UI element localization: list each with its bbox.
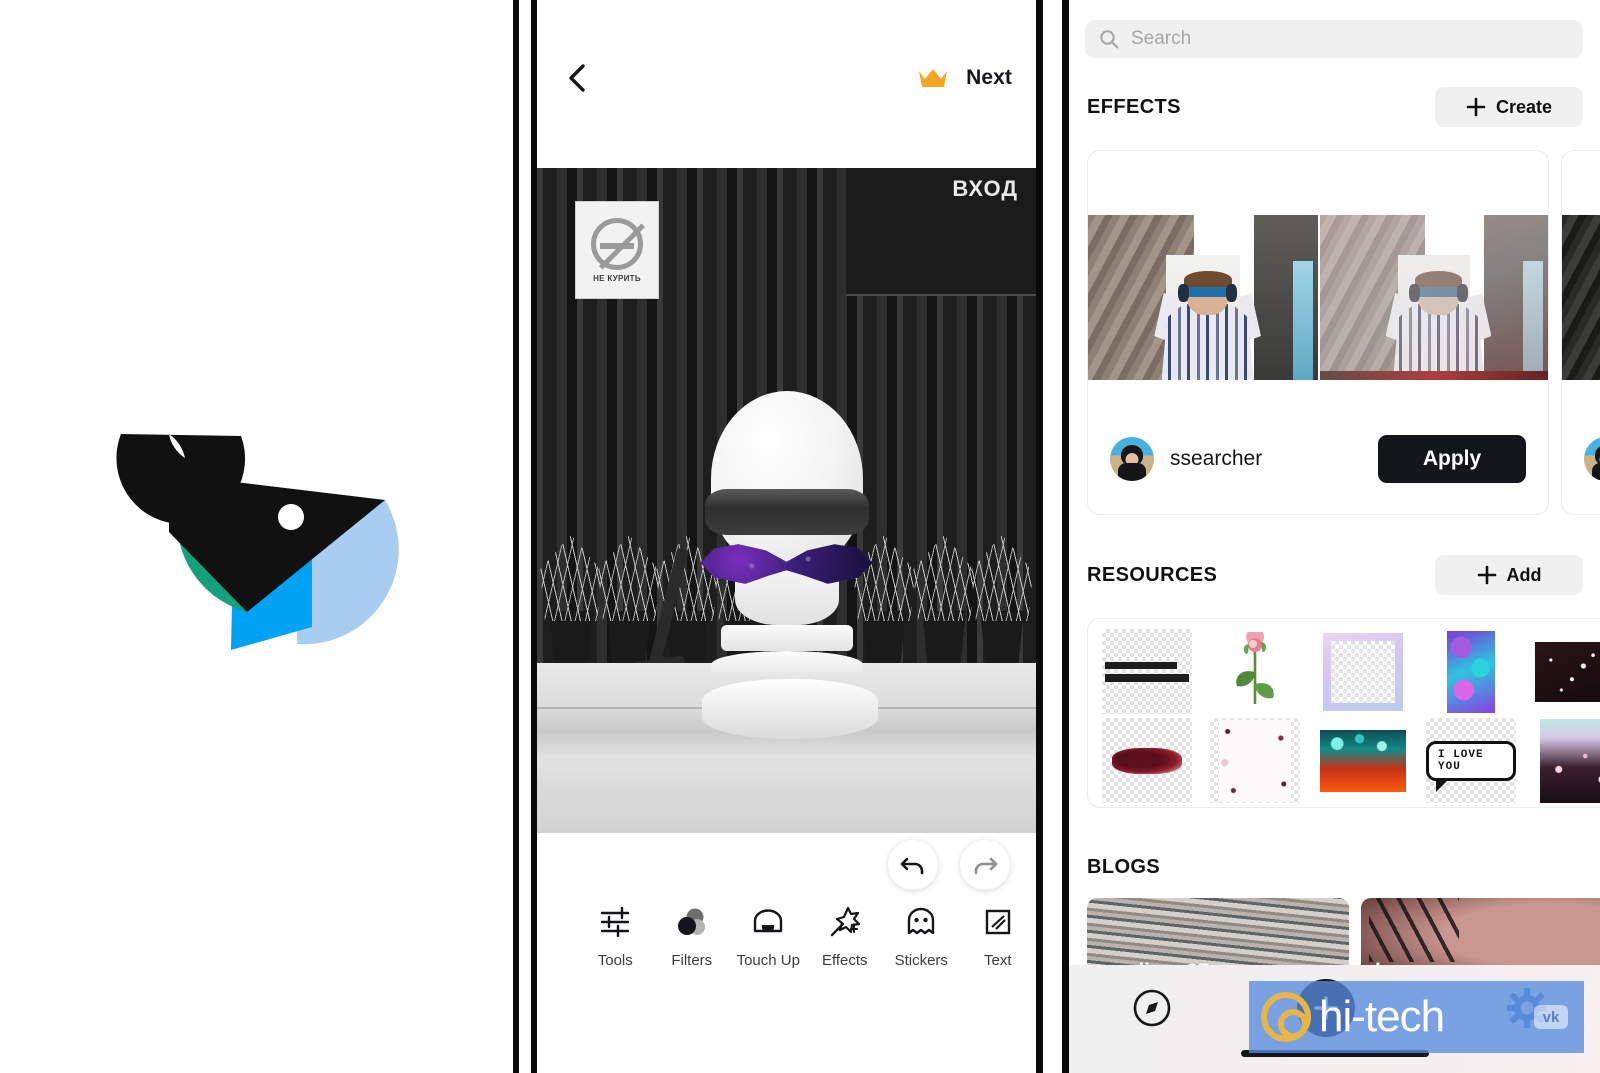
no-smoking-sign: НЕ КУРИТЬ [575, 201, 659, 299]
panel-divider-right-a [1036, 0, 1043, 1073]
toolbar-label: Effects [821, 952, 868, 969]
vk-label: vk [1542, 1008, 1560, 1026]
panel-gap-2 [1043, 0, 1062, 1073]
undo-redo-group [888, 840, 1010, 890]
effect-card[interactable]: ssearcher Apply [1087, 150, 1549, 515]
chevron-left-icon[interactable] [561, 61, 595, 95]
add-resource-button[interactable]: Add [1435, 555, 1583, 595]
avatar[interactable] [1110, 437, 1154, 481]
undo-button[interactable] [888, 840, 938, 890]
ghost-icon [905, 905, 937, 939]
no-smoking-icon [591, 217, 643, 270]
effect-author-name[interactable]: ssearcher [1170, 447, 1262, 471]
effect-preview-pair [1562, 215, 1600, 380]
photo-statue [698, 391, 878, 739]
editor-photo-canvas[interactable]: ВХОД НЕ КУРИТЬ [537, 168, 1036, 833]
nav-item-discover[interactable] [1131, 987, 1173, 1034]
circles-icon [676, 905, 708, 939]
section-title-blogs: BLOGS [1087, 855, 1161, 878]
toolbar-label: Filters [671, 952, 713, 969]
toolbar-label: Stickers [894, 952, 948, 969]
resources-grid: I LOVE YOU [1102, 629, 1600, 803]
vk-icon: vk [1534, 1005, 1568, 1029]
resource-item-cherry-blossom-frame-sticker[interactable] [1210, 718, 1300, 803]
resource-item-i-love-you-bubble-sticker[interactable]: I LOVE YOU [1426, 718, 1516, 803]
watermark-overlay: hi-tech vk [1249, 981, 1584, 1053]
undo-arrow-icon [900, 857, 924, 875]
statue-blindfold [704, 489, 869, 535]
crown-icon [919, 68, 948, 87]
effects-section-header: EFFECTS Create [1087, 86, 1583, 128]
screenshot-stage: Next ВХОД НЕ КУРИТЬ Tools Filters Touch … [0, 0, 1600, 1073]
watermark-text: hi-tech [1319, 992, 1445, 1041]
plus-icon [1466, 97, 1486, 117]
section-title-resources: RESOURCES [1087, 563, 1218, 586]
at-icon [1261, 992, 1311, 1042]
effect-preview-pair [1088, 215, 1548, 380]
toolbar-label: Tools [597, 952, 633, 969]
editor-topbar-actions: Next [918, 66, 1012, 90]
toolbar-item-tools[interactable]: Tools [577, 905, 654, 969]
editor-panel: Next ВХОД НЕ КУРИТЬ Tools Filters Touch … [537, 0, 1036, 1073]
text-box-icon [983, 905, 1013, 939]
create-effect-button[interactable]: Create [1435, 87, 1583, 127]
toolbar-item-stickers[interactable]: Stickers [883, 905, 960, 969]
resource-item-text-strip-sticker[interactable] [1102, 629, 1192, 714]
logo-panel [0, 0, 513, 1073]
panel-divider-left-a [513, 0, 519, 1073]
bubble-text: I LOVE YOU [1426, 740, 1516, 781]
redo-arrow-icon [974, 857, 998, 875]
effect-card-next[interactable] [1561, 150, 1600, 515]
effect-preview-before [1088, 215, 1318, 380]
search-icon [1100, 30, 1119, 49]
resources-card: I LOVE YOU [1087, 618, 1600, 808]
resource-item-rose-sticker[interactable] [1210, 629, 1300, 714]
resource-item-blood-smear-sticker[interactable] [1102, 718, 1192, 803]
face-icon [751, 905, 785, 939]
editor-topbar: Next [537, 0, 1036, 155]
avatar[interactable] [1584, 437, 1600, 481]
section-title-effects: EFFECTS [1087, 95, 1181, 118]
effect-preview-after [1318, 215, 1548, 380]
toolbar-item-filters[interactable]: Filters [654, 905, 731, 969]
resource-item-polaroid-frame-sticker[interactable] [1318, 629, 1408, 714]
toolbar-item-effects[interactable]: Effects [807, 905, 884, 969]
plus-icon [1477, 565, 1496, 585]
resource-item-glitch-sparkle-sticker[interactable] [1534, 718, 1600, 803]
whale-logo [107, 412, 407, 662]
add-label: Add [1506, 564, 1542, 585]
sliders-icon [599, 905, 631, 939]
magic-wand-icon [829, 905, 861, 939]
search-placeholder: Search [1131, 28, 1192, 49]
effect-card-footer: ssearcher Apply [1088, 404, 1548, 514]
toolbar-label: Text [983, 952, 1012, 969]
resource-item-bokeh-gradient-sticker[interactable] [1318, 718, 1408, 803]
create-label: Create [1495, 96, 1553, 117]
effect-card-footer [1562, 404, 1600, 514]
apply-button[interactable]: Apply [1378, 435, 1526, 483]
toolbar-item-touch-up[interactable]: Touch Up [730, 905, 807, 969]
resource-item-starry-night-sticker[interactable] [1534, 629, 1600, 714]
effect-preview-before [1562, 215, 1600, 380]
no-smoking-label: НЕ КУРИТЬ [593, 273, 641, 283]
redo-button[interactable] [960, 840, 1010, 890]
panel-divider-right-b [1062, 0, 1069, 1073]
toolbar-label: Touch Up [736, 952, 800, 969]
search-input[interactable]: Search [1085, 20, 1583, 58]
whale-logo-icon [115, 433, 399, 650]
resource-item-holographic-swirl-sticker[interactable] [1426, 629, 1516, 714]
photo-entrance-text: ВХОД [952, 176, 1018, 201]
resources-section-header: RESOURCES Add [1087, 554, 1583, 596]
editor-toolbar: Tools Filters Touch Up Effects Stickers … [537, 905, 1036, 995]
blogs-section-header: BLOGS [1087, 846, 1583, 888]
compass-icon [1133, 989, 1171, 1027]
feed-panel: Search EFFECTS Create ssearcher Apply RE… [1069, 0, 1600, 1073]
next-button[interactable]: Next [966, 66, 1012, 90]
apply-label: Apply [1422, 447, 1482, 470]
toolbar-item-text[interactable]: Text [960, 905, 1037, 969]
panel-gap [519, 0, 531, 1073]
